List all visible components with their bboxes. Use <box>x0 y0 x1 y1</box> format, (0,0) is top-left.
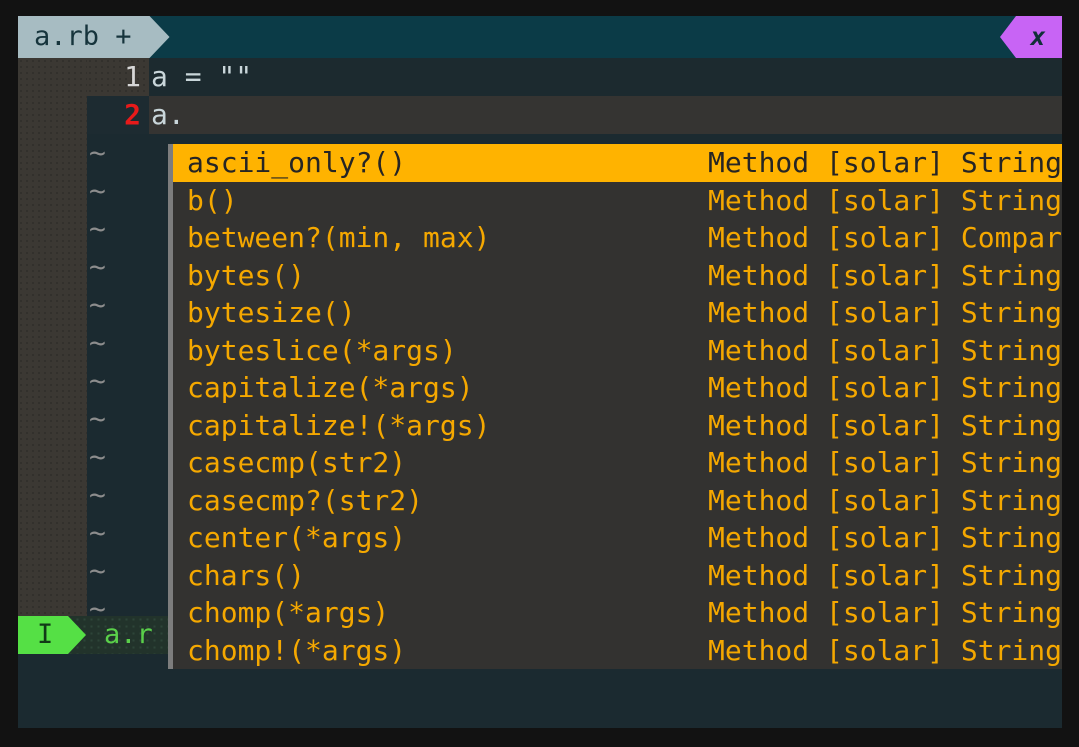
code-line-2[interactable]: 2 a. <box>18 96 1062 134</box>
autocomplete-item-label: capitalize!(*args) <box>187 407 490 445</box>
autocomplete-item-meta: Method [solar] String <box>708 144 1062 182</box>
screen: a.rb + x 1 a = "" 2 a. ~~~~~~~~~~~~~ a.r… <box>0 0 1079 747</box>
autocomplete-item[interactable]: bytesize() Method [solar] String <box>173 294 1062 332</box>
autocomplete-item-meta: Method [solar] String <box>708 557 1062 595</box>
tab-a-rb[interactable]: a.rb + <box>18 16 170 58</box>
autocomplete-item-meta: Method [solar] String <box>708 444 1062 482</box>
line-text-1: a = "" <box>149 58 252 96</box>
autocomplete-item-meta: Method [solar] String <box>708 369 1062 407</box>
autocomplete-item-label: ascii_only?() <box>187 144 406 182</box>
autocomplete-item-label: chomp(*args) <box>187 594 389 632</box>
autocomplete-item-meta: Method [solar] String <box>708 594 1062 632</box>
autocomplete-item[interactable]: byteslice(*args) Method [solar] String <box>173 332 1062 370</box>
autocomplete-item-label: casecmp?(str2) <box>187 482 423 520</box>
autocomplete-item[interactable]: b() Method [solar] String <box>173 182 1062 220</box>
tab-bar: a.rb + x <box>18 16 1062 58</box>
autocomplete-item[interactable]: chars() Method [solar] String <box>173 557 1062 595</box>
tilde-glyph: ~ <box>87 324 149 362</box>
autocomplete-item-label: bytesize() <box>187 294 356 332</box>
line-number-1: 1 <box>87 58 149 96</box>
autocomplete-item-meta: Method [solar] String <box>708 632 1062 670</box>
tilde-glyph: ~ <box>87 248 149 286</box>
autocomplete-item-meta: Method [solar] String <box>708 407 1062 445</box>
autocomplete-item[interactable]: casecmp(str2) Method [solar] String <box>173 444 1062 482</box>
tilde-glyph: ~ <box>87 210 149 248</box>
tilde-glyph: ~ <box>87 438 149 476</box>
autocomplete-item-label: chomp!(*args) <box>187 632 406 670</box>
autocomplete-item-label: chars() <box>187 557 305 595</box>
autocomplete-item-meta: Method [solar] String <box>708 332 1062 370</box>
tilde-glyph: ~ <box>87 514 149 552</box>
tilde-glyph: ~ <box>87 476 149 514</box>
code-line-1[interactable]: 1 a = "" <box>18 58 1062 96</box>
tilde-glyph: ~ <box>87 134 149 172</box>
autocomplete-item-label: bytes() <box>187 257 305 295</box>
autocomplete-item[interactable]: capitalize(*args) Method [solar] String <box>173 369 1062 407</box>
autocomplete-item-label: byteslice(*args) <box>187 332 457 370</box>
autocomplete-item[interactable]: chomp!(*args) Method [solar] String <box>173 632 1062 670</box>
autocomplete-item-label: between?(min, max) <box>187 219 490 257</box>
tilde-glyph: ~ <box>87 286 149 324</box>
autocomplete-item-meta: Method [solar] String <box>708 482 1062 520</box>
autocomplete-item-meta: Method [solar] String <box>708 182 1062 220</box>
autocomplete-item-label: b() <box>187 182 238 220</box>
autocomplete-item[interactable]: center(*args) Method [solar] String <box>173 519 1062 557</box>
autocomplete-popup[interactable]: ascii_only?() Method [solar] String b() Met… <box>168 144 1062 669</box>
status-filename: a.r <box>104 616 153 654</box>
editor-window: a.rb + x 1 a = "" 2 a. ~~~~~~~~~~~~~ a.r… <box>18 16 1062 728</box>
autocomplete-item-label: casecmp(str2) <box>187 444 406 482</box>
tilde-glyph: ~ <box>87 362 149 400</box>
autocomplete-item[interactable]: between?(min, max) Method [solar] Compar <box>173 219 1062 257</box>
autocomplete-item[interactable]: chomp(*args) Method [solar] String <box>173 594 1062 632</box>
autocomplete-item-meta: Method [solar] String <box>708 257 1062 295</box>
line-text-2: a. <box>149 96 185 134</box>
tilde-glyph: ~ <box>87 552 149 590</box>
line-number-2: 2 <box>87 96 149 134</box>
autocomplete-item-meta: Method [solar] String <box>708 294 1062 332</box>
close-icon[interactable]: x <box>1000 16 1062 58</box>
tilde-glyph: ~ <box>87 400 149 438</box>
autocomplete-item-meta: Method [solar] String <box>708 519 1062 557</box>
autocomplete-item[interactable]: capitalize!(*args) Method [solar] String <box>173 407 1062 445</box>
autocomplete-item-label: capitalize(*args) <box>187 369 474 407</box>
status-mode-indicator: I <box>18 616 86 654</box>
autocomplete-item[interactable]: bytes() Method [solar] String <box>173 257 1062 295</box>
autocomplete-item-meta: Method [solar] Compar <box>708 219 1062 257</box>
autocomplete-item[interactable]: ascii_only?() Method [solar] String <box>173 144 1062 182</box>
autocomplete-item-label: center(*args) <box>187 519 406 557</box>
tilde-glyph: ~ <box>87 172 149 210</box>
autocomplete-item[interactable]: casecmp?(str2) Method [solar] String <box>173 482 1062 520</box>
